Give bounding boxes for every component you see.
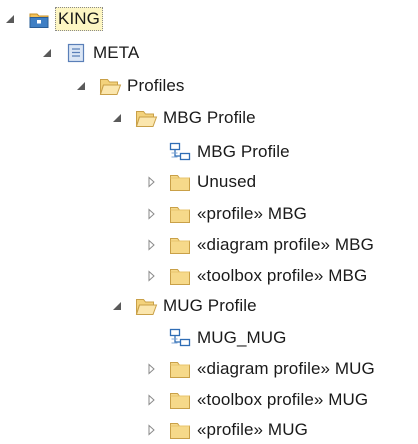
collapse-arrow-icon[interactable]	[3, 12, 17, 26]
tree-node-label: «profile» MUG	[197, 420, 308, 439]
expand-arrow-icon[interactable]	[144, 362, 158, 376]
tree-node-diagram-profile-mbg[interactable]: «diagram profile» MBG	[144, 231, 375, 259]
diagram-icon	[168, 327, 192, 349]
tree-node-toolbox-profile-mbg[interactable]: «toolbox profile» MBG	[144, 262, 368, 290]
collapse-arrow-icon[interactable]	[74, 79, 88, 93]
tree-node-unused[interactable]: Unused	[144, 168, 257, 196]
folder-icon	[168, 171, 192, 193]
tree-node-profile-mug[interactable]: «profile» MUG	[144, 416, 309, 444]
tree-node-toolbox-profile-mug[interactable]: «toolbox profile» MUG	[144, 386, 369, 414]
tree-node-label: MUG_MUG	[197, 328, 287, 347]
tree-node-label: «diagram profile» MUG	[197, 359, 375, 378]
tree-node-label: Unused	[197, 172, 257, 191]
tree-node-label: META	[93, 43, 140, 62]
tree-node-mbg-profile[interactable]: MBG Profile	[110, 104, 257, 132]
tree-node-king[interactable]: KING	[3, 5, 103, 33]
tree-node-label: «toolbox profile» MBG	[197, 266, 368, 285]
tree-node-profile-mbg[interactable]: «profile» MBG	[144, 200, 308, 228]
tree-node-mug-mug-diagram[interactable]: MUG_MUG	[144, 324, 287, 352]
expand-arrow-icon[interactable]	[144, 393, 158, 407]
model-icon	[64, 42, 88, 64]
collapse-arrow-icon[interactable]	[40, 46, 54, 60]
folder-icon	[168, 234, 192, 256]
tree-node-label: KING	[55, 7, 103, 31]
tree-node-label: «toolbox profile» MUG	[197, 390, 369, 409]
expand-arrow-icon[interactable]	[144, 269, 158, 283]
tree-node-label: «diagram profile» MBG	[197, 235, 374, 254]
folder-icon	[168, 419, 192, 441]
tree-node-meta[interactable]: META	[40, 39, 140, 67]
tree-node-label: «profile» MBG	[197, 204, 307, 223]
folder-icon	[168, 265, 192, 287]
tree-node-mug-profile[interactable]: MUG Profile	[110, 292, 258, 320]
project-browser-tree: KING META Profiles MBG Profile MBG Profi…	[0, 0, 418, 442]
collapse-arrow-icon[interactable]	[110, 299, 124, 313]
open-folder-icon	[134, 107, 158, 129]
tree-node-diagram-profile-mug[interactable]: «diagram profile» MUG	[144, 355, 376, 383]
folder-icon	[168, 203, 192, 225]
diagram-icon	[168, 141, 192, 163]
collapse-arrow-icon[interactable]	[110, 111, 124, 125]
tree-node-profiles[interactable]: Profiles	[74, 72, 186, 100]
tree-node-label: MUG Profile	[163, 296, 257, 315]
package-root-icon	[27, 8, 51, 30]
expand-arrow-icon[interactable]	[144, 175, 158, 189]
tree-node-label: Profiles	[127, 76, 185, 95]
expand-arrow-icon[interactable]	[144, 423, 158, 437]
tree-node-label: MBG Profile	[163, 108, 256, 127]
tree-node-mbg-profile-diagram[interactable]: MBG Profile	[144, 138, 291, 166]
folder-icon	[168, 389, 192, 411]
folder-icon	[168, 358, 192, 380]
expand-arrow-icon[interactable]	[144, 238, 158, 252]
open-folder-icon	[134, 295, 158, 317]
tree-node-label: MBG Profile	[197, 142, 290, 161]
expand-arrow-icon[interactable]	[144, 207, 158, 221]
open-folder-icon	[98, 75, 122, 97]
